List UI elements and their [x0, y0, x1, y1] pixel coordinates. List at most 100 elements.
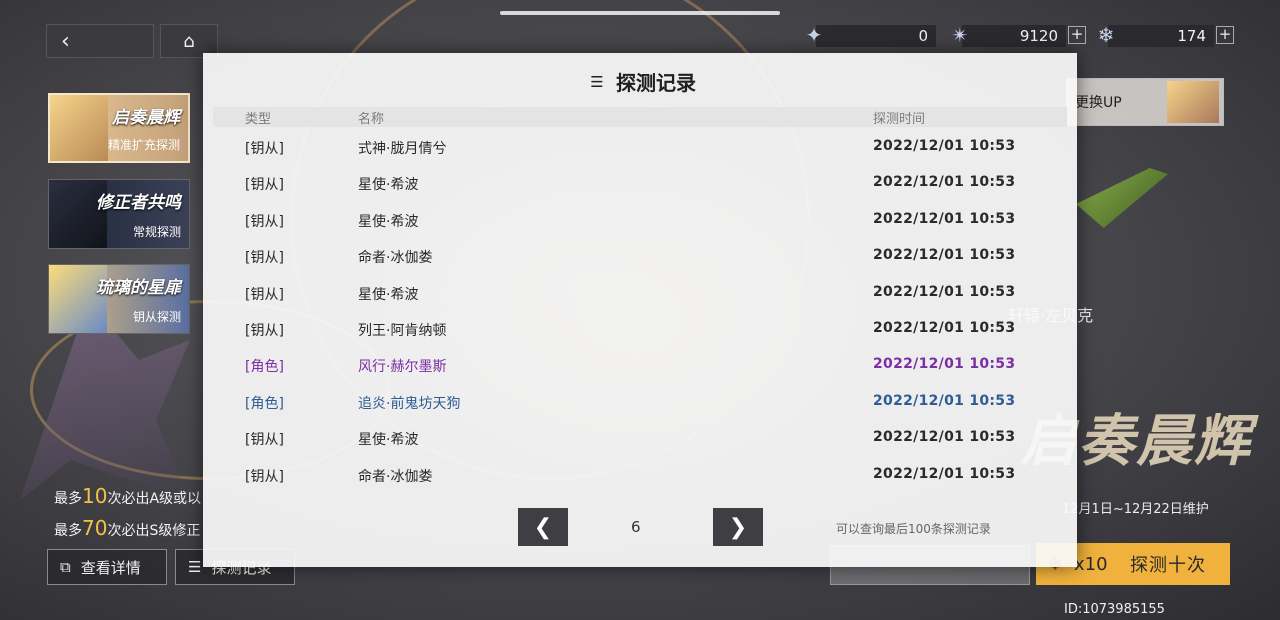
table-row: [钥从] 星使·希波 2022/12/01 10:53	[213, 165, 1067, 201]
pity-prefix: 最多	[54, 523, 82, 539]
change-up-label: 更换UP	[1075, 95, 1122, 111]
record-name: 星使·希波	[358, 213, 419, 230]
currency-value: 174	[1177, 27, 1206, 45]
table-row: [钥从] 列王·阿肯纳顿 2022/12/01 10:53	[213, 311, 1067, 347]
record-name: 风行·赫尔墨斯	[358, 359, 447, 376]
change-up-button[interactable]: 更换UP	[1066, 78, 1224, 126]
previous-page-button[interactable]: ❮	[518, 508, 568, 546]
record-time: 2022/12/01 10:53	[873, 392, 1016, 409]
record-time: 2022/12/01 10:53	[873, 174, 1016, 191]
banner-art	[50, 95, 108, 161]
user-id: ID:1073985155	[1064, 602, 1165, 617]
pull-ten-label: 探测十次	[1130, 555, 1206, 576]
banner-sub: 钥从探测	[132, 310, 181, 324]
star-crystal-icon: ✴	[951, 23, 969, 47]
banner-name: 修正者共鸣	[96, 193, 181, 213]
record-type: [钥从]	[245, 468, 284, 485]
dialog-title-text: 探测记录	[616, 71, 696, 95]
header-name: 名称	[358, 112, 385, 127]
maintenance-notice: 12月1日~12月22日维护	[1062, 502, 1209, 517]
banner-xiuzhengzhe[interactable]: 修正者共鸣 常规探测	[48, 179, 190, 249]
pity-suffix: 次必出S级修正	[107, 523, 201, 539]
records-table: [钥从] 式神·胧月倩兮 2022/12/01 10:53 [钥从] 星使·希波 2022…	[213, 129, 1067, 493]
banner-sub: 常规探测	[132, 225, 181, 239]
record-type: [角色]	[245, 395, 284, 412]
banner-name: 启奏晨辉	[112, 108, 180, 128]
view-details-label: 查看详情	[80, 558, 141, 577]
currency-value: 9120	[1019, 27, 1058, 45]
banner-name: 琉璃的星扉	[96, 278, 181, 298]
record-name: 星使·希波	[358, 286, 419, 303]
pity-suffix: 次必出A级或以	[107, 491, 202, 507]
top-progress-bar	[500, 11, 780, 15]
home-icon: ⌂	[183, 30, 195, 52]
record-name: 追炎·前鬼坊天狗	[358, 395, 461, 412]
record-time: 2022/12/01 10:53	[873, 429, 1016, 446]
view-details-button[interactable]: ⧉ 查看详情	[47, 549, 167, 585]
chevron-left-icon: ❮	[533, 514, 553, 540]
up-character-avatar	[1167, 81, 1219, 123]
table-row: [钥从] 星使·希波 2022/12/01 10:53	[213, 420, 1067, 456]
pity-info-a: 最多10次必出A级或以	[54, 484, 201, 508]
table-row: [钥从] 星使·希波 2022/12/01 10:53	[213, 275, 1067, 311]
pagination: ❮ 6 ❯ 可以查询最后100条探测记录	[203, 507, 1077, 546]
table-row: [角色] 追炎·前鬼坊天狗 2022/12/01 10:53	[213, 384, 1067, 420]
pity-number: 10	[82, 484, 108, 508]
banner-sub: 精准扩充探测	[107, 138, 180, 152]
currency-ticket: ✦ 0	[806, 23, 936, 47]
banner-qizou-chenhui[interactable]: 启奏晨辉 精准扩充探测	[48, 93, 190, 163]
chevron-right-icon: ❯	[728, 514, 748, 540]
records-limit-note: 可以查询最后100条探测记录	[836, 522, 991, 536]
back-button[interactable]: ‹	[46, 24, 154, 58]
record-type: [钥从]	[245, 286, 284, 303]
next-page-button[interactable]: ❯	[713, 508, 763, 546]
add-star-crystal-button[interactable]: +	[1068, 26, 1086, 44]
pity-info-s: 最多70次必出S级修正	[54, 516, 200, 540]
snowflake-crystal-icon: ❄	[1097, 23, 1115, 47]
table-row: [角色] 风行·赫尔墨斯 2022/12/01 10:53	[213, 347, 1067, 383]
record-name: 星使·希波	[358, 432, 419, 449]
detection-records-dialog: ☰ 探测记录 类型 名称 探测时间 [钥从] 式神·胧月倩兮 2022/12/01 …	[203, 53, 1077, 567]
record-name: 星使·希波	[358, 177, 419, 194]
details-icon: ⧉	[60, 558, 71, 576]
add-snowflake-crystal-button[interactable]: +	[1216, 26, 1234, 44]
record-time: 2022/12/01 10:53	[873, 356, 1016, 373]
record-name: 命者·冰伽娄	[358, 250, 433, 267]
table-row: [钥从] 式神·胧月倩兮 2022/12/01 10:53	[213, 129, 1067, 165]
record-type: [钥从]	[245, 141, 284, 157]
ticket-icon: ✦	[805, 23, 823, 47]
record-time: 2022/12/01 10:53	[873, 138, 1016, 154]
table-header: 类型 名称 探测时间	[213, 107, 1067, 127]
record-name: 列王·阿肯纳顿	[358, 322, 447, 339]
record-time: 2022/12/01 10:53	[873, 465, 1016, 482]
page-number: 6	[631, 518, 641, 536]
record-time: 2022/12/01 10:53	[873, 283, 1016, 300]
record-name: 式神·胧月倩兮	[358, 141, 447, 157]
record-type: [钥从]	[245, 250, 284, 267]
record-time: 2022/12/01 10:53	[873, 210, 1016, 227]
record-name: 命者·冰伽娄	[358, 468, 433, 485]
table-row: [钥从] 命者·冰伽娄 2022/12/01 10:53	[213, 238, 1067, 274]
table-row: [钥从] 命者·冰伽娄 2022/12/01 10:53	[213, 457, 1067, 493]
record-type: [钥从]	[245, 213, 284, 230]
banner-liuli-xingfei[interactable]: 琉璃的星扉 钥从探测	[48, 264, 190, 334]
record-type: [钥从]	[245, 177, 284, 194]
pity-number: 70	[82, 516, 108, 540]
dialog-title: ☰ 探测记录	[203, 67, 1077, 96]
pull-ten-count: x10	[1074, 553, 1108, 575]
header-time: 探测时间	[873, 112, 926, 127]
table-row: [钥从] 星使·希波 2022/12/01 10:53	[213, 202, 1067, 238]
list-icon: ☰	[188, 558, 202, 576]
record-time: 2022/12/01 10:53	[873, 247, 1016, 264]
record-type: [钥从]	[245, 432, 284, 449]
record-time: 2022/12/01 10:53	[873, 319, 1016, 336]
currency-value: 0	[918, 27, 928, 45]
weapon-art	[1076, 168, 1168, 228]
pity-prefix: 最多	[54, 491, 82, 507]
currency-star-crystal: ✴ 9120 +	[952, 23, 1086, 47]
record-type: [角色]	[245, 359, 284, 376]
record-type: [钥从]	[245, 322, 284, 339]
search-list-icon: ☰	[590, 72, 604, 91]
currency-snowflake-crystal: ❄ 174 +	[1098, 23, 1234, 47]
back-arrow-icon: ‹	[61, 28, 70, 54]
